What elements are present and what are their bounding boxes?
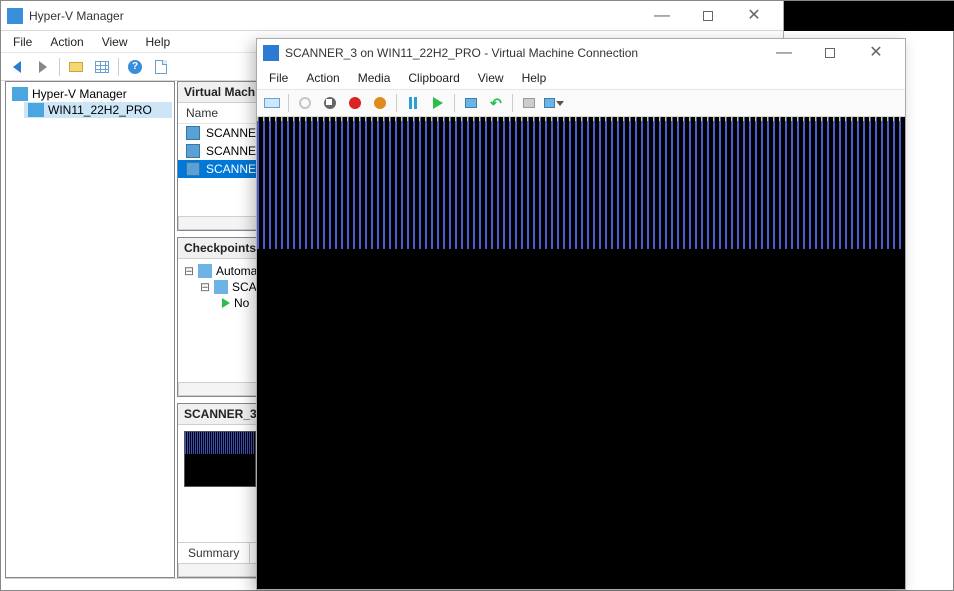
title-gap-black: [784, 1, 954, 31]
turnoff-button[interactable]: [319, 92, 341, 114]
checkpoint-icon: [198, 264, 212, 278]
hv-app-icon: [7, 8, 23, 24]
tree-host[interactable]: WIN11_22H2_PRO: [24, 102, 172, 118]
checkpoint-icon: [465, 98, 477, 108]
folder-icon: [69, 62, 83, 72]
vm-screen-content: [257, 117, 905, 249]
help-button[interactable]: ?: [123, 55, 147, 79]
minimize-button[interactable]: —: [639, 1, 685, 31]
revert-icon: ↶: [490, 95, 502, 112]
vm-connection-window: SCANNER_3 on WIN11_22H2_PRO - Virtual Ma…: [256, 38, 906, 590]
expander-icon[interactable]: ⊟: [200, 280, 210, 294]
close-button[interactable]: ✕: [853, 39, 899, 67]
tree-root[interactable]: Hyper-V Manager: [8, 86, 172, 102]
preview-thumbnail[interactable]: [184, 431, 256, 487]
chevron-down-icon: [556, 101, 564, 106]
expander-icon[interactable]: ⊟: [184, 264, 194, 278]
vmc-title: SCANNER_3 on WIN11_22H2_PRO - Virtual Ma…: [285, 46, 761, 60]
pause-icon: [409, 97, 417, 109]
vm-display[interactable]: [257, 117, 905, 589]
pause-button[interactable]: [402, 92, 424, 114]
menu-view[interactable]: View: [470, 69, 512, 87]
separator: [118, 58, 119, 76]
menu-clipboard[interactable]: Clipboard: [400, 69, 467, 87]
tree-host-label: WIN11_22H2_PRO: [48, 103, 152, 117]
hv-titlebar[interactable]: Hyper-V Manager — ✕: [1, 1, 783, 31]
vmc-window-buttons: — ✕: [761, 39, 899, 67]
arrow-left-icon: [13, 61, 21, 73]
hv-window-buttons: — ✕: [639, 1, 777, 31]
help-icon: ?: [128, 60, 142, 74]
vmc-app-icon: [263, 45, 279, 61]
share-icon: [544, 98, 555, 108]
shutdown-icon: [349, 97, 361, 109]
vm-icon: [186, 144, 200, 158]
hv-title: Hyper-V Manager: [29, 9, 639, 23]
menu-action[interactable]: Action: [42, 33, 91, 51]
show-hide-tree-button[interactable]: [64, 55, 88, 79]
vmc-toolbar: ↶: [257, 89, 905, 117]
refresh-button[interactable]: [149, 55, 173, 79]
shutdown-button[interactable]: [344, 92, 366, 114]
menu-file[interactable]: File: [261, 69, 296, 87]
separator: [396, 94, 397, 112]
checkpoint-icon: [214, 280, 228, 294]
separator: [512, 94, 513, 112]
checkpoint-button[interactable]: [460, 92, 482, 114]
menu-file[interactable]: File: [5, 33, 40, 51]
properties-button[interactable]: [90, 55, 114, 79]
reset-button[interactable]: [427, 92, 449, 114]
vm-icon: [186, 126, 200, 140]
menu-help[interactable]: Help: [138, 33, 179, 51]
close-button[interactable]: ✕: [731, 1, 777, 31]
start-button[interactable]: [294, 92, 316, 114]
save-button[interactable]: [369, 92, 391, 114]
maximize-button[interactable]: [807, 39, 853, 67]
separator: [59, 58, 60, 76]
play-icon: [433, 97, 443, 109]
power-icon: [299, 97, 311, 109]
maximize-button[interactable]: [685, 1, 731, 31]
vmc-menubar: File Action Media Clipboard View Help: [257, 67, 905, 89]
menu-help[interactable]: Help: [514, 69, 555, 87]
chk-label: No: [234, 296, 249, 310]
vm-icon: [186, 162, 200, 176]
arrow-right-icon: [39, 61, 47, 73]
hv-tree[interactable]: Hyper-V Manager WIN11_22H2_PRO: [5, 81, 175, 578]
separator: [454, 94, 455, 112]
nav-back-button[interactable]: [5, 55, 29, 79]
minimize-button[interactable]: —: [761, 39, 807, 67]
vmc-titlebar[interactable]: SCANNER_3 on WIN11_22H2_PRO - Virtual Ma…: [257, 39, 905, 67]
menu-media[interactable]: Media: [350, 69, 399, 87]
share-button[interactable]: [543, 92, 565, 114]
stop-icon: [324, 97, 336, 109]
ctrl-alt-del-button[interactable]: [261, 92, 283, 114]
enhanced-icon: [523, 98, 535, 108]
tree-root-label: Hyper-V Manager: [32, 87, 127, 101]
menu-view[interactable]: View: [94, 33, 136, 51]
now-icon: [222, 298, 230, 308]
save-icon: [374, 97, 386, 109]
sheet-icon: [155, 60, 167, 74]
tab-summary[interactable]: Summary: [178, 543, 250, 563]
enhanced-session-button[interactable]: [518, 92, 540, 114]
nav-forward-button[interactable]: [31, 55, 55, 79]
separator: [288, 94, 289, 112]
menu-action[interactable]: Action: [298, 69, 347, 87]
host-icon: [28, 103, 44, 117]
properties-icon: [95, 61, 109, 73]
cad-icon: [264, 98, 280, 108]
revert-button[interactable]: ↶: [485, 92, 507, 114]
hv-root-icon: [12, 87, 28, 101]
